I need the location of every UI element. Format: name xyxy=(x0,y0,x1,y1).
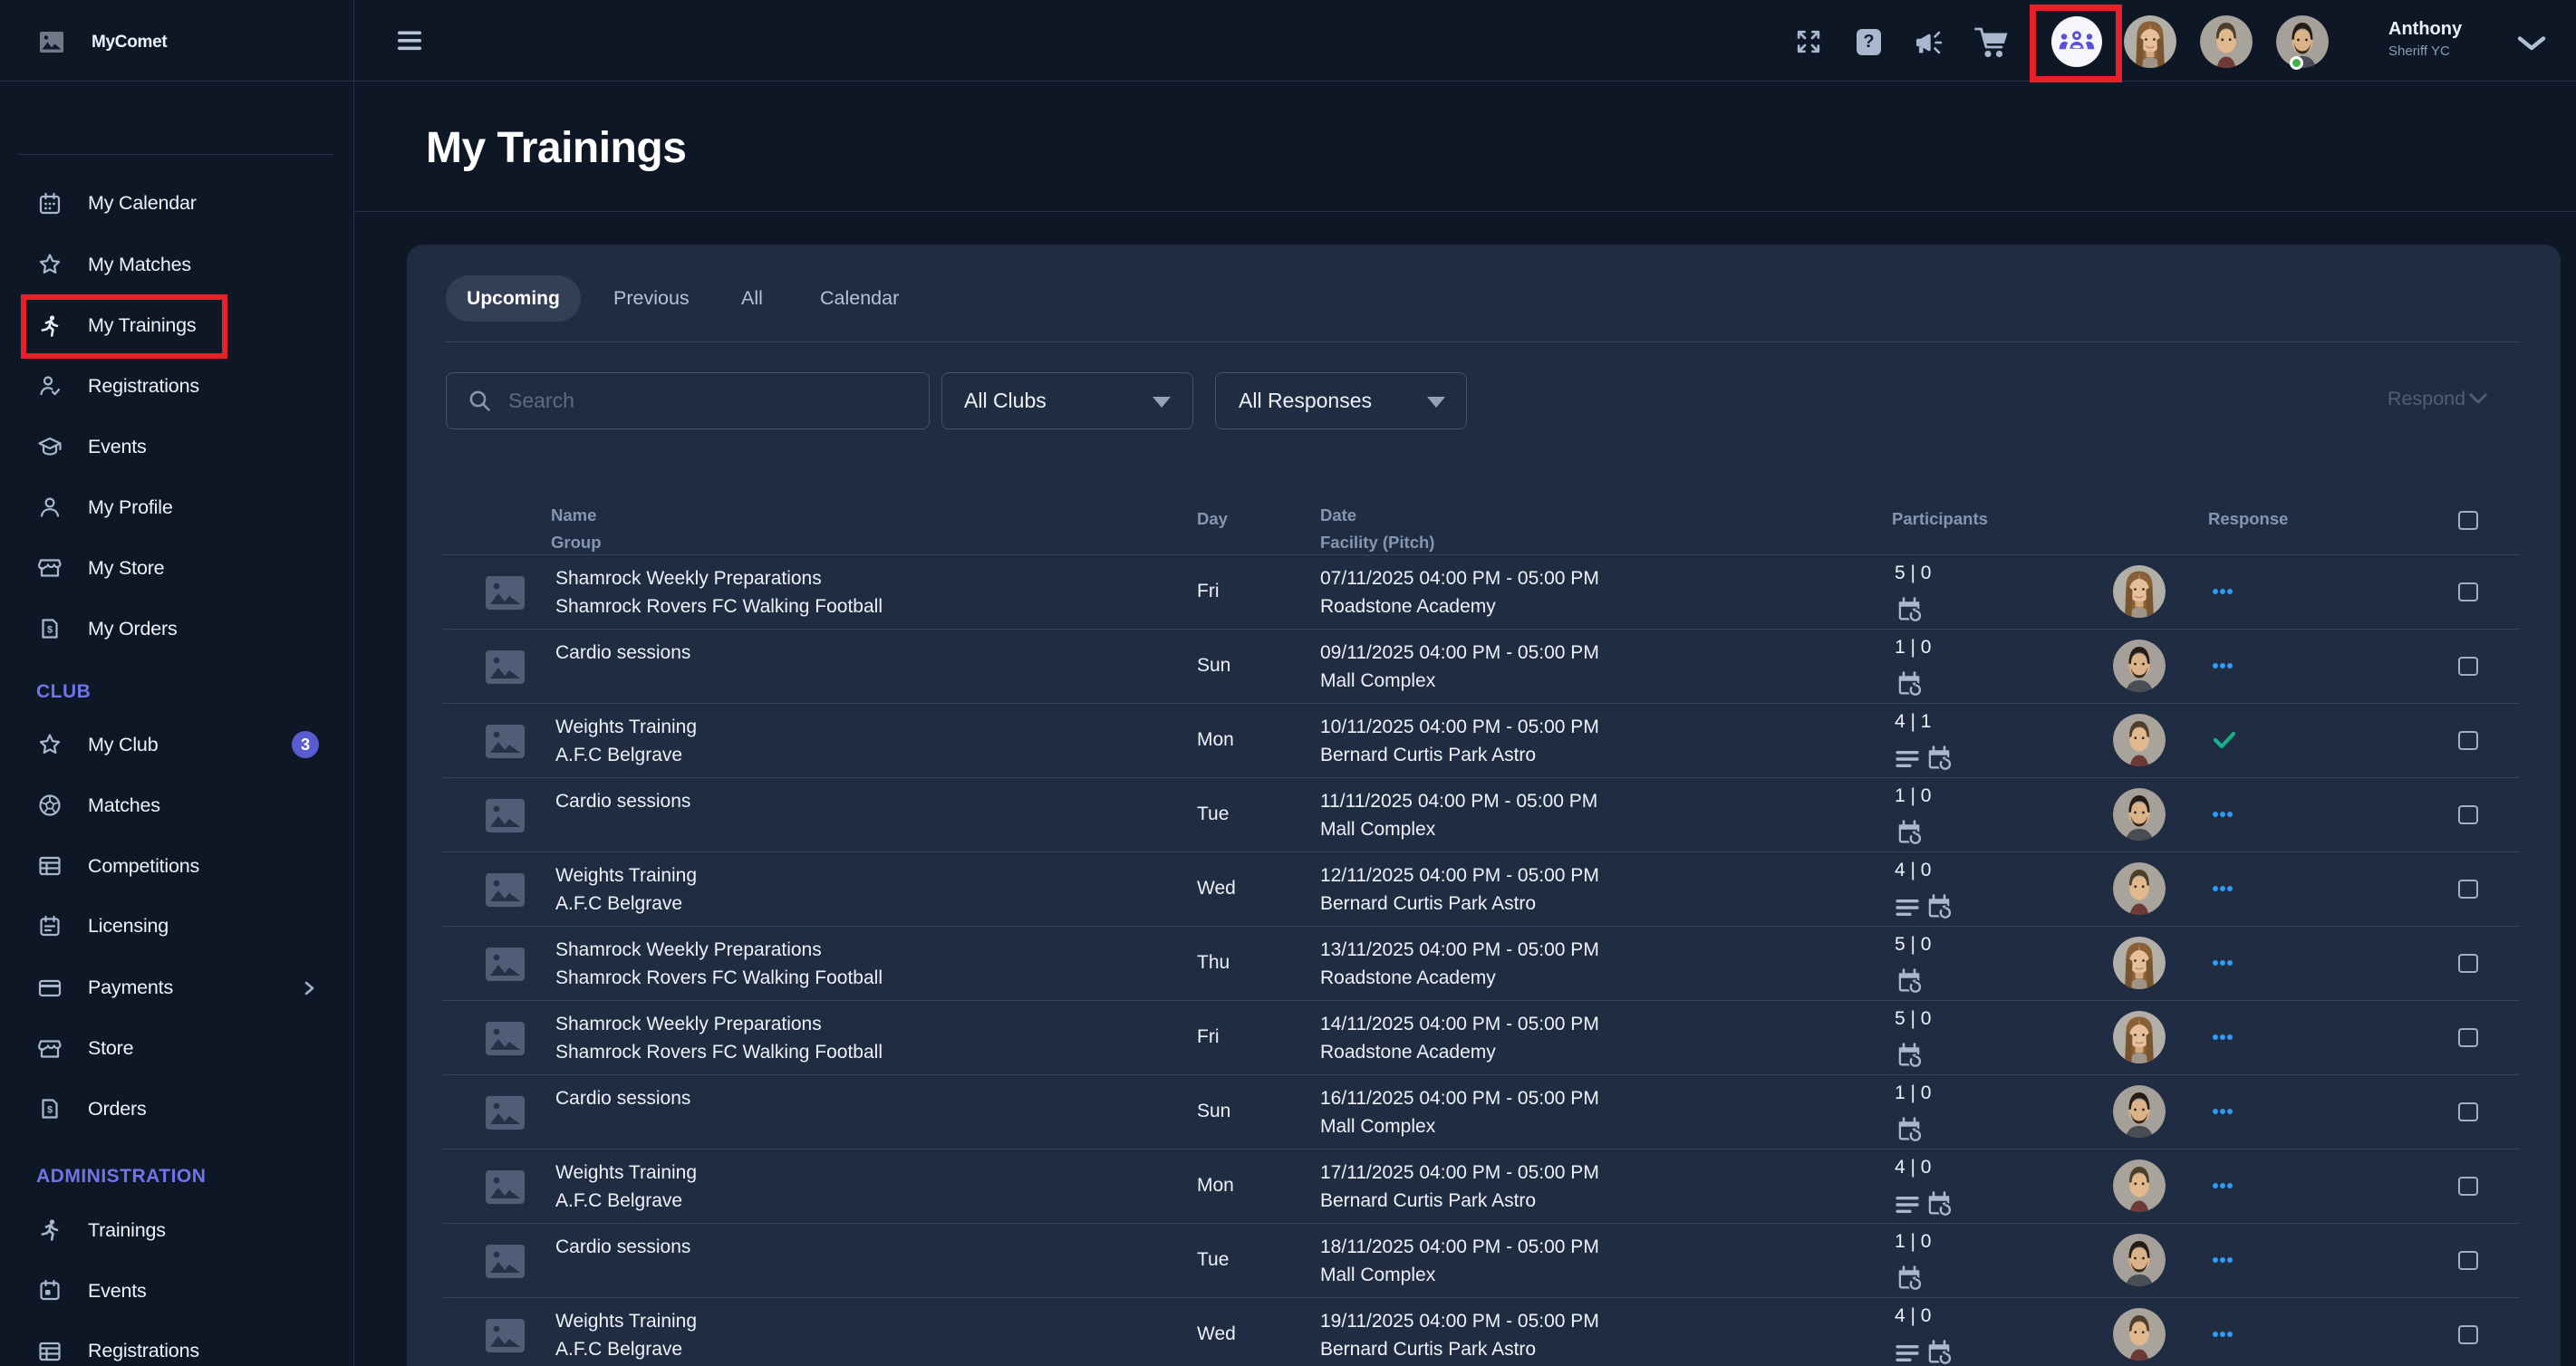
svg-text:$: $ xyxy=(47,1105,53,1116)
svg-text:$: $ xyxy=(47,625,53,636)
